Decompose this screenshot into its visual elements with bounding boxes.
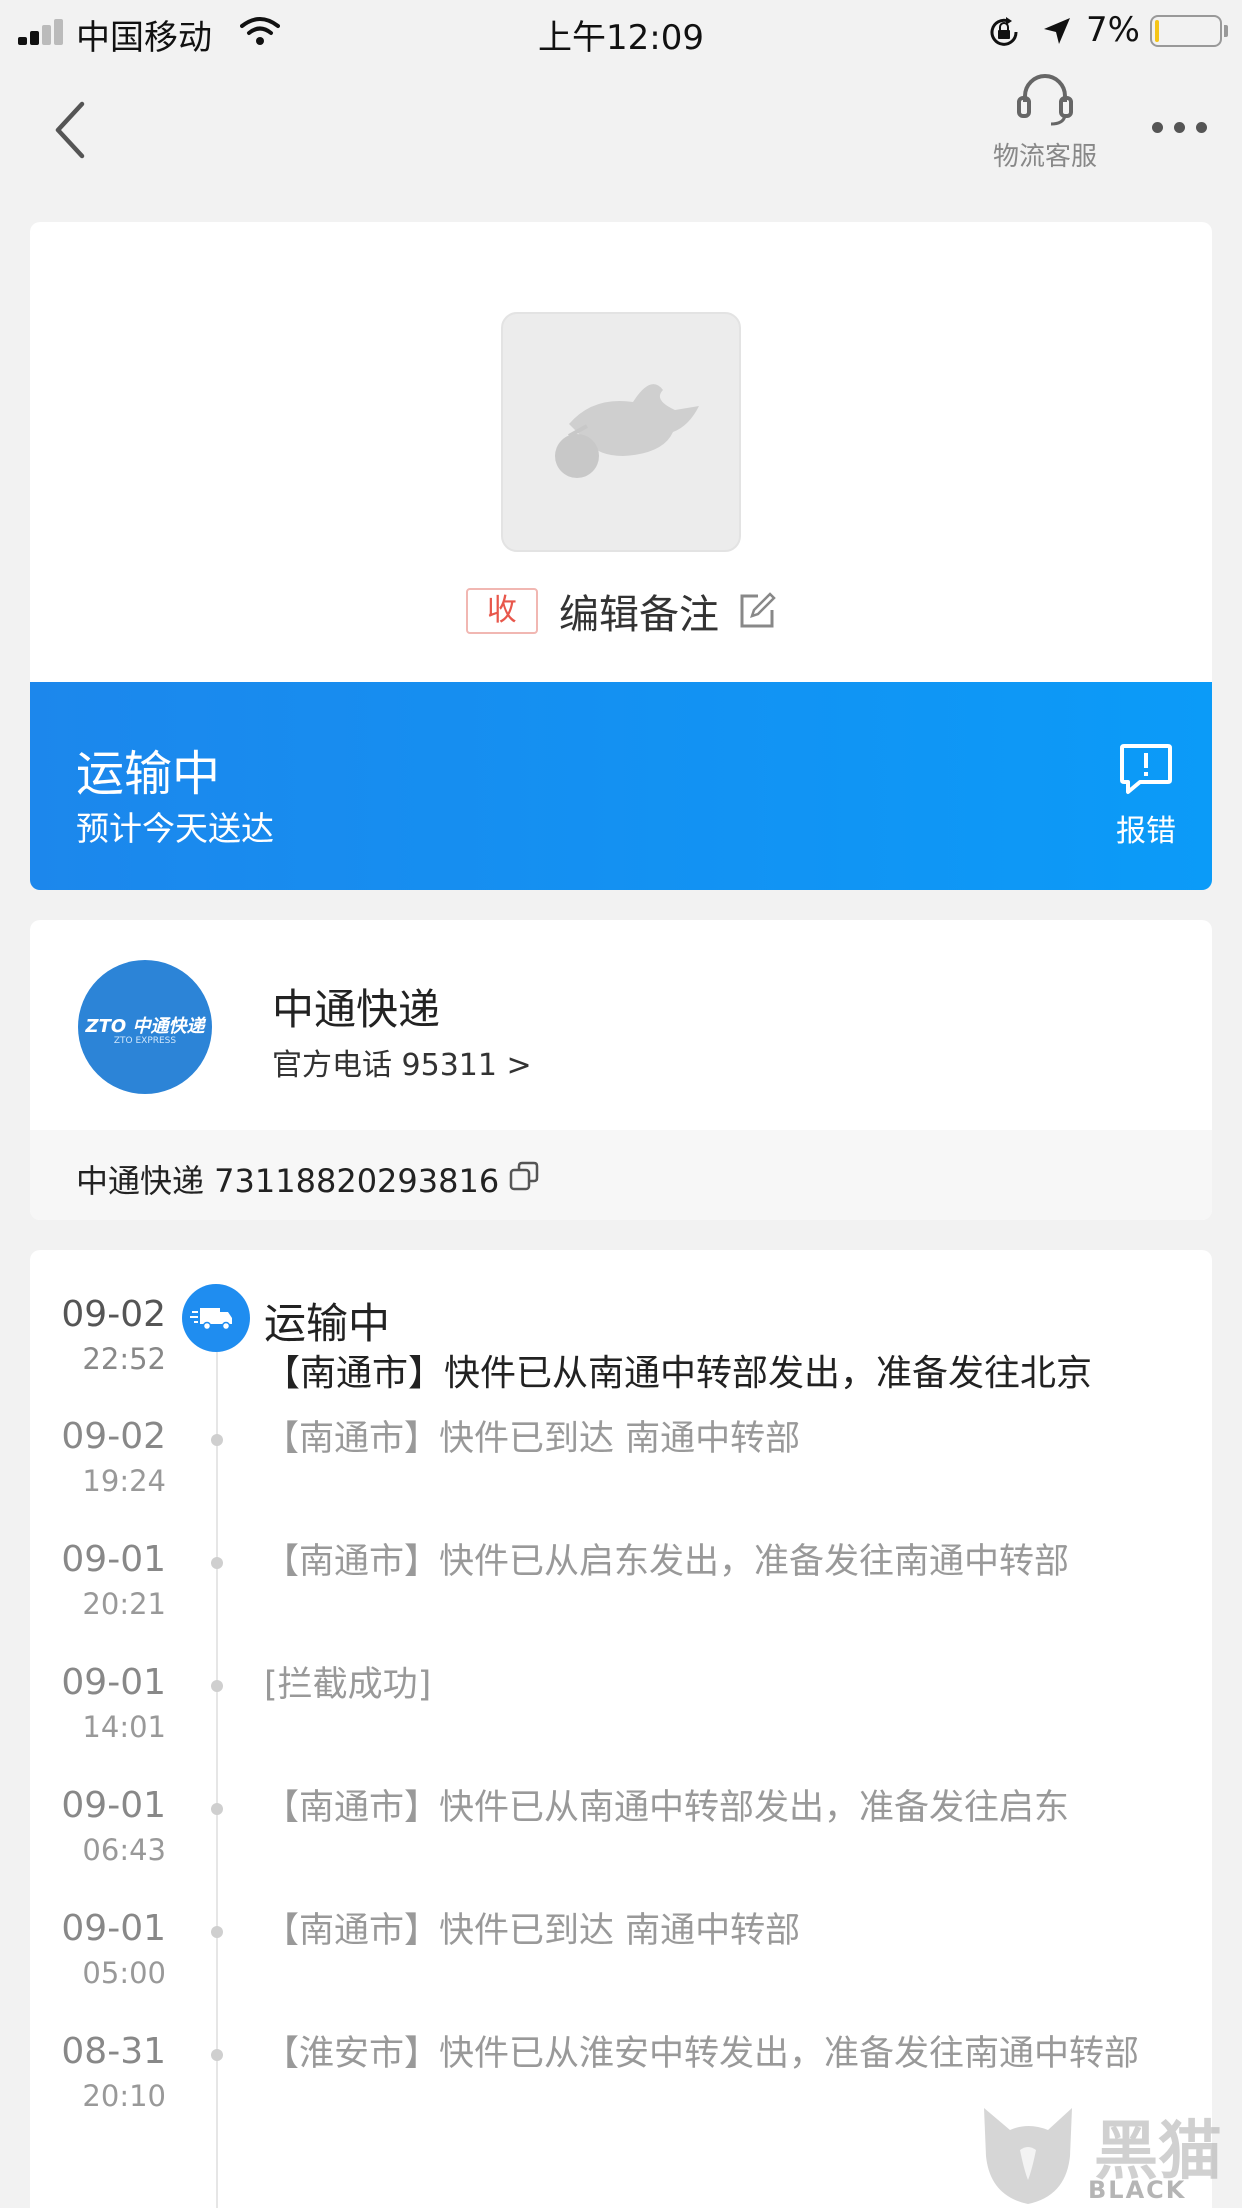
- event-description: 【南通市】快件已从南通中转部发出，准备发往启东: [264, 1788, 1070, 1828]
- copy-icon[interactable]: [508, 1160, 540, 1192]
- logo-text: ZTO 中通快递: [85, 1016, 205, 1037]
- event-date: 09-01: [61, 1785, 166, 1826]
- current-status-desc: 【南通市】快件已从南通中转部发出，准备发往北京: [264, 1353, 1093, 1394]
- note-row[interactable]: 收 编辑备注: [30, 582, 1212, 638]
- zto-logo: ZTO 中通快递 ZTO EXPRESS: [78, 960, 212, 1094]
- report-icon: [1120, 744, 1172, 794]
- battery-cap: [1224, 25, 1228, 37]
- status-bar: 中国移动 上午12:09 7%: [0, 0, 1242, 62]
- event-date: 09-02: [61, 1294, 166, 1335]
- status-title: 运输中: [76, 746, 221, 802]
- more-options-icon[interactable]: [1150, 108, 1210, 144]
- timeline-dot: [211, 2049, 223, 2061]
- carrier-name-label: 中通快递: [272, 985, 441, 1034]
- logo-subtext: ZTO EXPRESS: [113, 1036, 177, 1046]
- event-date: 09-02: [61, 1416, 166, 1457]
- blackcat-watermark: 黑猫 BLACK CAT: [970, 2100, 1242, 2208]
- edit-icon: [740, 592, 776, 628]
- battery-percent: 7%: [1086, 10, 1140, 50]
- receive-tag: 收: [465, 588, 538, 634]
- event-time: 06:43: [82, 1833, 166, 1867]
- watermark-subtext: BLACK CAT: [1088, 2176, 1187, 2208]
- timeline-dot: [211, 1803, 223, 1815]
- timeline-dot: [211, 1680, 223, 1692]
- tracking-number-row: 中通快递 73118820293816: [30, 1130, 1212, 1220]
- rotation-lock-icon: [990, 17, 1018, 46]
- edit-note-label: 编辑备注: [559, 592, 719, 638]
- battery-icon: [1150, 15, 1222, 47]
- event-description: 【淮安市】快件已从淮安中转发出，准备发往南通中转部: [264, 2034, 1140, 2074]
- timeline-dot: [211, 1434, 223, 1446]
- status-subtitle: 预计今天送达: [76, 809, 274, 848]
- timeline-line: [216, 1330, 218, 2208]
- event-time: 20:10: [82, 2079, 166, 2113]
- bird-parcel-icon: [555, 384, 699, 478]
- report-error-button[interactable]: 报错: [1106, 742, 1186, 850]
- truck-icon: [182, 1284, 250, 1352]
- event-date: 09-01: [61, 1539, 166, 1580]
- status-banner: 运输中 预计今天送达 报错: [30, 682, 1212, 890]
- event-description: 【南通市】快件已到达 南通中转部: [264, 1911, 801, 1951]
- event-description: [拦截成功]: [264, 1665, 432, 1705]
- event-time: 19:24: [82, 1464, 166, 1498]
- current-status-title: 运输中: [264, 1299, 391, 1348]
- support-label: 物流客服: [992, 142, 1097, 172]
- tracking-timeline: 09-02 22:52 运输中 【南通市】快件已从南通中转部发出，准备发往北京 …: [30, 1250, 1212, 2208]
- tracking-number: 中通快递 73118820293816: [76, 1162, 500, 1200]
- event-date: 08-31: [61, 2031, 166, 2072]
- event-date: 09-01: [61, 1662, 166, 1703]
- package-placeholder-image: [501, 312, 741, 552]
- event-date: 09-01: [61, 1908, 166, 1949]
- event-time: 22:52: [82, 1342, 166, 1376]
- logistics-support-button[interactable]: 物流客服: [980, 68, 1110, 173]
- carrier-card: ZTO 中通快递 ZTO EXPRESS 中通快递 官方电话 95311 > 中…: [30, 920, 1212, 1220]
- timeline-dot: [211, 1557, 223, 1569]
- event-description: 【南通市】快件已到达 南通中转部: [264, 1419, 801, 1459]
- official-phone-link[interactable]: 官方电话 95311 >: [272, 1040, 532, 1084]
- report-label: 报错: [1116, 814, 1176, 849]
- event-time: 05:00: [82, 1956, 166, 1990]
- package-card: 收 编辑备注 运输中 预计今天送达 报错: [30, 222, 1212, 890]
- blackcat-logo: [984, 2108, 1072, 2204]
- event-description: 【南通市】快件已从启东发出，准备发往南通中转部: [264, 1542, 1070, 1582]
- location-arrow-icon: [1044, 18, 1070, 44]
- event-time: 14:01: [82, 1710, 166, 1744]
- timeline-dot: [211, 1926, 223, 1938]
- event-time: 20:21: [82, 1587, 166, 1621]
- headset-icon: [1017, 74, 1073, 126]
- back-icon[interactable]: [44, 90, 100, 170]
